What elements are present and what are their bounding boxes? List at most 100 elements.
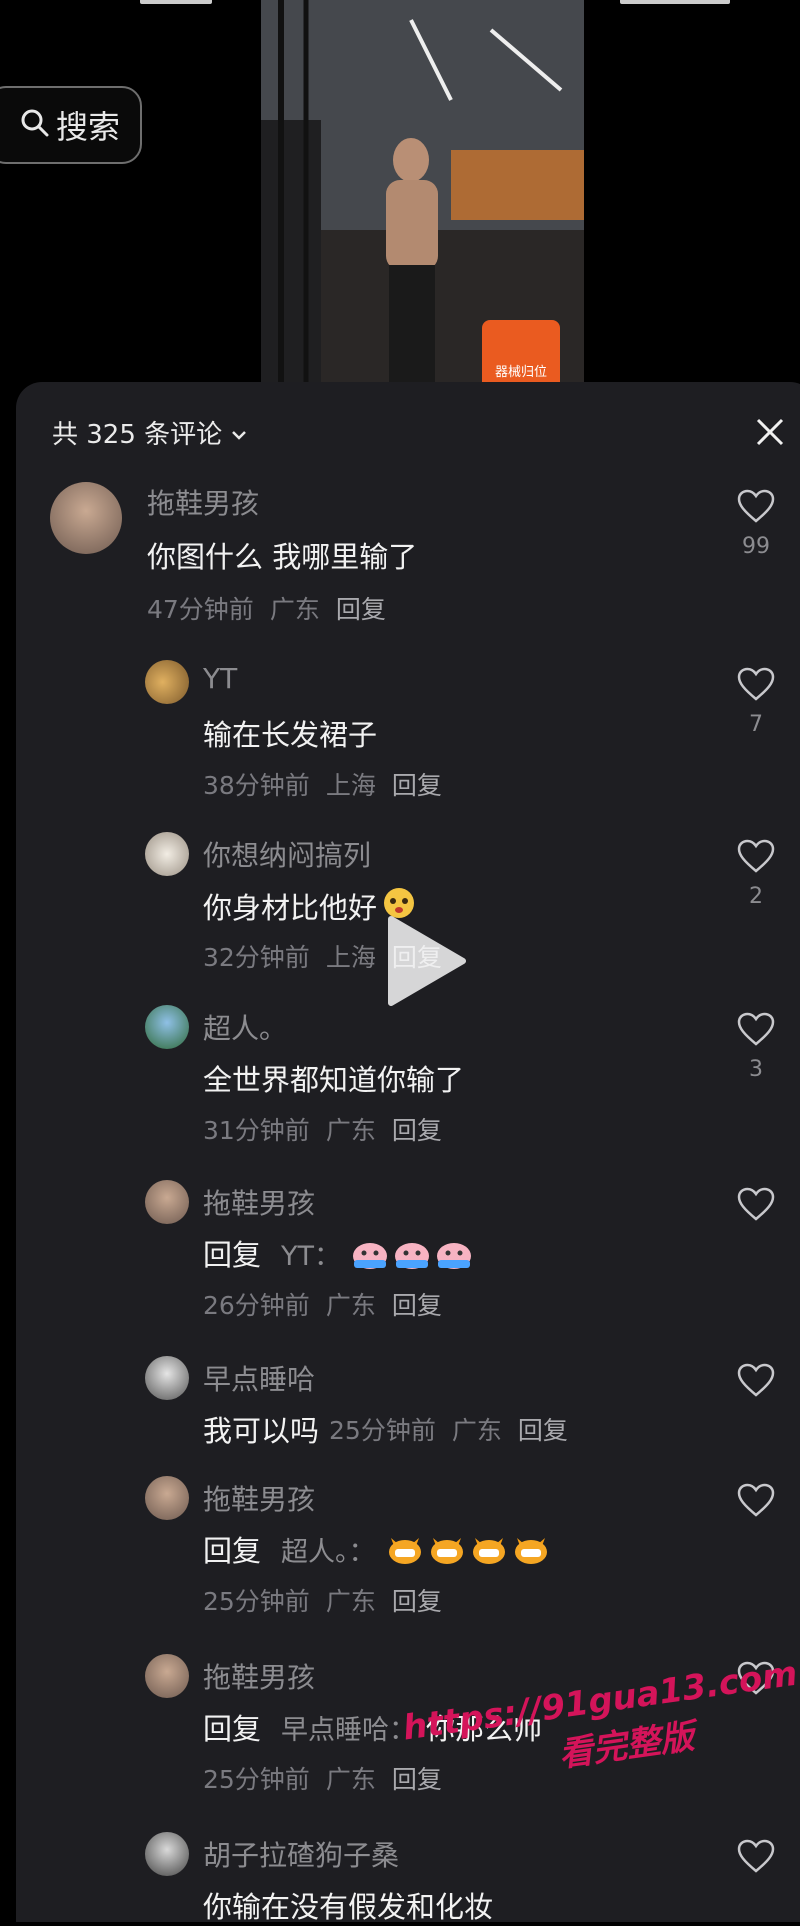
comment-meta: 26分钟前 广东 回复 [203, 1286, 458, 1322]
comment-count-label: 共 325 条评论 [52, 420, 223, 450]
avatar[interactable] [145, 832, 189, 876]
crying-emoji-icon [435, 1236, 473, 1270]
like-button[interactable] [734, 1482, 778, 1522]
reply-prefix: 回复 [203, 1712, 262, 1746]
heart-icon [737, 1187, 775, 1221]
play-icon [388, 916, 466, 1006]
reply-to-user[interactable]: 早点睡哈： [281, 1708, 416, 1747]
angry-cat-emoji-icon [512, 1532, 550, 1566]
like-button[interactable]: 2 [734, 838, 778, 909]
reply-prefix: 回复 [203, 1534, 262, 1568]
comment-meta: 47分钟前 广东 回复 [147, 590, 402, 626]
comment-author[interactable]: 超人。 [203, 1007, 287, 1047]
comment-time: 25分钟前 [203, 1765, 310, 1794]
reply-to-user[interactable]: 超人。： [281, 1530, 376, 1569]
like-count: 99 [742, 534, 770, 559]
avatar[interactable] [145, 1476, 189, 1520]
heart-icon [737, 1839, 775, 1873]
comment-region: 广东 [325, 1587, 376, 1616]
comment-author[interactable]: 拖鞋男孩 [147, 482, 259, 522]
reply-button[interactable]: 回复 [392, 1116, 442, 1145]
comment-author[interactable]: 拖鞋男孩 [203, 1182, 315, 1222]
like-count: 2 [749, 884, 763, 909]
like-button[interactable] [734, 1186, 778, 1226]
comment-author[interactable]: YT [203, 662, 237, 695]
search-icon [20, 108, 50, 142]
angry-cat-emoji-icon [428, 1532, 466, 1566]
crying-emoji-icon [393, 1236, 431, 1270]
comment-text: 你输在没有假发和化妆 [203, 1890, 494, 1924]
heart-icon [737, 1483, 775, 1517]
comment-region: 广东 [325, 1765, 376, 1794]
reply-prefix: 回复 [203, 1238, 262, 1272]
comment-text: 我可以吗 25分钟前 广东 回复 [203, 1408, 584, 1450]
status-time-fragment [140, 0, 212, 4]
comment-time: 31分钟前 [203, 1116, 310, 1145]
like-button[interactable]: 3 [734, 1011, 778, 1082]
comment-time: 25分钟前 [203, 1587, 310, 1616]
comment-meta: 38分钟前 上海 回复 [203, 766, 458, 802]
search-label: 搜索 [55, 108, 120, 146]
comment-text: 回复 超人。： [203, 1528, 554, 1570]
close-icon [756, 418, 784, 446]
avatar[interactable] [50, 482, 122, 554]
reply-button[interactable]: 回复 [392, 1291, 442, 1320]
comment-meta: 31分钟前 广东 回复 [203, 1111, 458, 1147]
comment-region: 上海 [325, 771, 376, 800]
comment-region: 上海 [325, 943, 376, 972]
comment-author[interactable]: 拖鞋男孩 [203, 1656, 315, 1696]
comment-meta: 25分钟前 广东 回复 [203, 1582, 458, 1618]
like-button[interactable] [734, 1362, 778, 1402]
reply-button[interactable]: 回复 [518, 1416, 568, 1445]
heart-icon [737, 1012, 775, 1046]
crying-emoji-icon [351, 1236, 389, 1270]
reply-button[interactable]: 回复 [336, 595, 386, 624]
comment-time: 47分钟前 [147, 595, 254, 624]
reply-button[interactable]: 回复 [392, 1587, 442, 1616]
comment-author[interactable]: 早点睡哈 [203, 1358, 315, 1398]
comment-time: 25分钟前 [329, 1416, 436, 1445]
comment-text-body: 你身材比他好 [203, 890, 378, 925]
avatar[interactable] [145, 1832, 189, 1876]
close-button[interactable] [750, 412, 790, 452]
like-count: 7 [749, 712, 763, 737]
comment-time: 26分钟前 [203, 1291, 310, 1320]
comment-author[interactable]: 拖鞋男孩 [203, 1478, 315, 1518]
like-button[interactable]: 7 [734, 666, 778, 737]
avatar[interactable] [145, 660, 189, 704]
comment-text: 输在长发裙子 [203, 718, 378, 752]
chevron-down-icon [230, 418, 248, 448]
comment-author[interactable]: 胡子拉碴狗子桑 [203, 1834, 399, 1874]
video-thumbnail[interactable]: 器械归位 [261, 0, 584, 384]
comment-count-header[interactable]: 共 325 条评论 [52, 414, 248, 451]
play-button[interactable] [385, 913, 469, 1009]
comment-meta: 25分钟前 广东 回复 [329, 1411, 584, 1447]
angry-cat-emoji-icon [470, 1532, 508, 1566]
like-button[interactable] [734, 1838, 778, 1878]
reply-to-user[interactable]: YT： [281, 1234, 341, 1273]
comment-text: 回复 YT： [203, 1232, 477, 1274]
status-signal-fragment [620, 0, 730, 4]
heart-icon [737, 489, 775, 523]
heart-icon [737, 667, 775, 701]
equipment-badge-label: 器械归位 [494, 365, 547, 380]
comment-text: 全世界都知道你输了 [203, 1063, 465, 1097]
avatar[interactable] [145, 1180, 189, 1224]
avatar[interactable] [145, 1005, 189, 1049]
comment-time: 38分钟前 [203, 771, 310, 800]
avatar[interactable] [145, 1356, 189, 1400]
comment-author[interactable]: 你想纳闷搞列 [203, 834, 371, 874]
heart-icon [737, 1363, 775, 1397]
comment-text: 你图什么 我哪里输了 [147, 540, 418, 574]
like-button[interactable]: 99 [734, 488, 778, 559]
avatar[interactable] [145, 1654, 189, 1698]
like-count: 3 [749, 1057, 763, 1082]
comment-region: 广东 [325, 1116, 376, 1145]
angry-cat-emoji-icon [386, 1532, 424, 1566]
search-button[interactable]: 搜索 [0, 86, 142, 164]
comment-region: 广东 [269, 595, 320, 624]
reply-button[interactable]: 回复 [392, 771, 442, 800]
comment-region: 广东 [451, 1416, 502, 1445]
heart-icon [737, 839, 775, 873]
comment-text-body: 我可以吗 [203, 1414, 320, 1448]
